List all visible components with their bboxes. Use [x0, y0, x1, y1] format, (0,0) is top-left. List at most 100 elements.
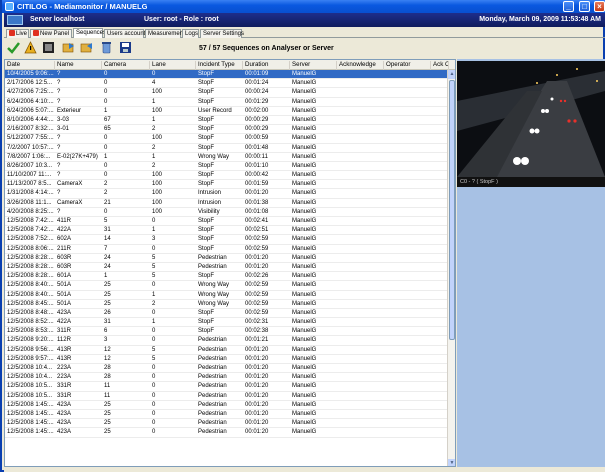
column-server[interactable]: Server: [290, 61, 337, 70]
table-cell: 00:01:20: [245, 429, 269, 436]
table-row[interactable]: 6/24/2006 4:10:...? 0 1 StopF 00:01:29 Manuel…: [5, 98, 449, 107]
table-cell: 4/27/2006 7:25:...: [7, 89, 54, 96]
table-row[interactable]: 12/5/2008 7:42:... 411R 5 0 StopF 00:02:41 Man…: [5, 217, 449, 227]
table-cell: [384, 107, 431, 116]
table-row[interactable]: 12/5/2008 9:57:... 413R 12 5 Pedestrian 00:01…: [5, 355, 449, 364]
table-cell: StopF: [198, 172, 215, 179]
table-row[interactable]: 4/20/2008 8:25:...? 0 100 Visibility 00:01:0…: [5, 208, 449, 217]
table-cell: [337, 401, 384, 410]
table-cell: 223A: [57, 365, 72, 371]
table-row[interactable]: 7/8/2007 1:06:... E-02(27K+479) 1 1 Wrong Wa…: [5, 153, 449, 162]
table-cell: StopF: [198, 181, 215, 188]
table-cell: 00:01:20: [245, 263, 269, 270]
table-row[interactable]: 12/5/2008 10:4... 223A 28 0 Pedestrian 00:01:…: [5, 373, 449, 383]
table-row[interactable]: 12/5/2008 9:56:... 413R 12 5 Pedestrian 00:01…: [5, 346, 449, 355]
alert-icon[interactable]: [24, 41, 37, 54]
table-row[interactable]: 6/24/2006 5:07:... Exterieur 1 100 User Reco…: [5, 107, 449, 116]
column-date[interactable]: Date: [5, 61, 55, 70]
table-row[interactable]: 3/26/2008 11:1... CameraX 21 100 Intrusion 00…: [5, 199, 449, 208]
scroll-up-icon[interactable]: ▲: [448, 70, 455, 79]
tab-measurements[interactable]: Measurements: [145, 29, 188, 38]
table-cell: 24: [104, 254, 111, 261]
tab-live[interactable]: Live: [6, 29, 29, 38]
table-cell: 0: [152, 282, 156, 289]
column-duration[interactable]: Duration: [243, 61, 290, 70]
table-row[interactable]: 7/2/2007 10:57:...? 0 2 StopF 00:01:48 Manuel…: [5, 144, 449, 153]
table-cell: 3: [104, 337, 108, 344]
film-icon[interactable]: [42, 41, 55, 54]
column-name[interactable]: Name: [55, 61, 102, 70]
table-row[interactable]: 12/5/2008 10:4... 223A 28 0 Pedestrian 00:01:…: [5, 364, 449, 374]
table-cell: 00:02:38: [245, 328, 269, 335]
table-cell: [337, 208, 384, 217]
tab-logs[interactable]: Logs: [182, 29, 199, 38]
table-cell: [384, 245, 431, 254]
table-cell: 25: [104, 282, 111, 289]
table-cell: ManuelG: [292, 80, 317, 87]
table-row[interactable]: 12/5/2008 8:28:... 603R 24 5 Pedestrian 00:01…: [5, 263, 449, 273]
table-row[interactable]: 11/13/2007 8:5... CameraX 2 100 StopF 00:01:5…: [5, 180, 449, 190]
column-operator[interactable]: Operator: [384, 61, 431, 70]
table-row[interactable]: 8/26/2007 10:3...? 0 2 StopF 00:01:10 ManuelG: [5, 162, 449, 172]
table-row[interactable]: 12/5/2008 1:45:... 423A 25 0 Pedestrian 00:01…: [5, 401, 449, 410]
vertical-scrollbar[interactable]: ▲ ▼: [447, 70, 455, 466]
table-row[interactable]: 12/5/2008 8:52:... 422A 31 1 StopF 00:02:31 Ma…: [5, 318, 449, 328]
delete-icon[interactable]: [100, 41, 113, 54]
table-cell: [337, 300, 384, 309]
table-row[interactable]: 12/5/2008 9:20:... 112R 3 0 Pedestrian 00:01:…: [5, 336, 449, 346]
column-acknowledge[interactable]: Acknowledge: [337, 61, 384, 70]
table-cell: [384, 392, 431, 401]
column-camera[interactable]: Camera: [102, 61, 150, 70]
table-row[interactable]: 4/27/2006 7:25:...? 0 100 StopF 00:00:24 Manu…: [5, 88, 449, 98]
table-row[interactable]: 12/5/2008 8:40:... 501A 25 0 Wrong Way 00:02:…: [5, 281, 449, 291]
table-row[interactable]: 12/5/2008 10:5... 331R 11 0 Pedestrian 00:01:…: [5, 382, 449, 392]
table-row[interactable]: 12/5/2008 8:06:... 211R 7 0 StopF 00:02:59 Man…: [5, 245, 449, 254]
title-bar[interactable]: CITILOG - Mediamonitor / MANUELG _ □ ×: [2, 0, 605, 13]
table-cell: ManuelG: [292, 135, 317, 142]
column-incident-type[interactable]: Incident Type: [196, 61, 243, 70]
table-cell: 6: [104, 328, 108, 335]
table-row[interactable]: 2/16/2007 8:32:... 3-01 65 2 StopF 00:00:29 Ma…: [5, 125, 449, 135]
table-row[interactable]: 12/5/2008 1:45:... 423A 25 0 Pedestrian 00:01…: [5, 419, 449, 429]
table-row[interactable]: 1/31/2008 4:14:...? 2 100 Intrusion 00:01:20…: [5, 189, 449, 199]
table-row[interactable]: 12/5/2008 8:53:... 311R 6 0 StopF 00:02:38 Man…: [5, 327, 449, 337]
table-row[interactable]: 12/5/2008 8:28:... 603R 24 5 Pedestrian 00:01…: [5, 254, 449, 263]
table-row[interactable]: 12/5/2008 8:48:... 423A 26 0 StopF 00:02:59 Ma…: [5, 309, 449, 319]
table-row[interactable]: 10/4/2005 9:06:...? 0 0 StopF 00:01:09 Manuel…: [5, 70, 449, 80]
table-row[interactable]: 12/5/2008 10:5... 331R 11 0 Pedestrian 00:01:…: [5, 392, 449, 401]
export-icon[interactable]: [62, 41, 75, 54]
table-cell: [337, 318, 384, 327]
acknowledge-check-icon[interactable]: [7, 41, 20, 54]
table-cell: Pedestrian: [198, 263, 227, 270]
tab-new-panel[interactable]: New Panel: [30, 29, 72, 38]
table-row[interactable]: 12/5/2008 8:28:... 601A 1 5 StopF 00:02:26 Man…: [5, 272, 449, 282]
tab-users-accounts[interactable]: Users accounts: [104, 29, 148, 38]
table-row[interactable]: 12/5/2008 1:45:... 423A 25 0 Pedestrian 00:01…: [5, 410, 449, 420]
column-lane[interactable]: Lane: [150, 61, 196, 70]
table-cell: [337, 107, 384, 116]
table-row[interactable]: 5/12/2007 7:55:...? 0 100 StopF 00:00:59 Manu…: [5, 134, 449, 144]
table-cell: ?: [57, 80, 61, 87]
video-preview[interactable]: [457, 61, 605, 177]
save-icon[interactable]: [119, 41, 132, 54]
table-row[interactable]: 12/5/2008 7:42:... 422A 31 1 StopF 00:02:51 Ma…: [5, 226, 449, 236]
table-row[interactable]: 2/17/2006 12:5...? 0 4 StopF 00:01:24 ManuelG: [5, 79, 449, 89]
tab-sequences[interactable]: Sequences: [73, 28, 106, 38]
table-cell: [384, 428, 431, 437]
table-row[interactable]: 11/10/2007 11:...? 0 100 StopF 00:00:42 Manue…: [5, 171, 449, 181]
scrollbar-thumb[interactable]: [449, 80, 455, 340]
column-ack-c[interactable]: Ack C: [431, 61, 449, 70]
table-cell: ManuelG: [292, 309, 317, 316]
table-row[interactable]: 12/5/2008 8:40:... 501A 25 1 Wrong Way 00:02:…: [5, 291, 449, 300]
minimize-icon[interactable]: _: [563, 1, 574, 12]
table-row[interactable]: 8/10/2006 4:44:... 3-03 67 1 StopF 00:00:29 Ma…: [5, 116, 449, 126]
table-cell: 0: [104, 135, 108, 142]
table-row[interactable]: 12/5/2008 8:45:... 501A 25 2 Wrong Way 00:02:…: [5, 300, 449, 309]
table-row[interactable]: 12/5/2008 7:52:... 602A 14 3 StopF 00:02:59 Ma…: [5, 235, 449, 245]
maximize-icon[interactable]: □: [579, 1, 590, 12]
close-icon[interactable]: ×: [594, 1, 605, 12]
table-row[interactable]: 12/5/2008 1:45:... 423A 25 0 Pedestrian 00:01…: [5, 428, 449, 438]
scroll-down-icon[interactable]: ▼: [448, 459, 455, 466]
import-icon[interactable]: [80, 41, 93, 54]
tab-server-settings[interactable]: Server Settings: [200, 29, 244, 38]
